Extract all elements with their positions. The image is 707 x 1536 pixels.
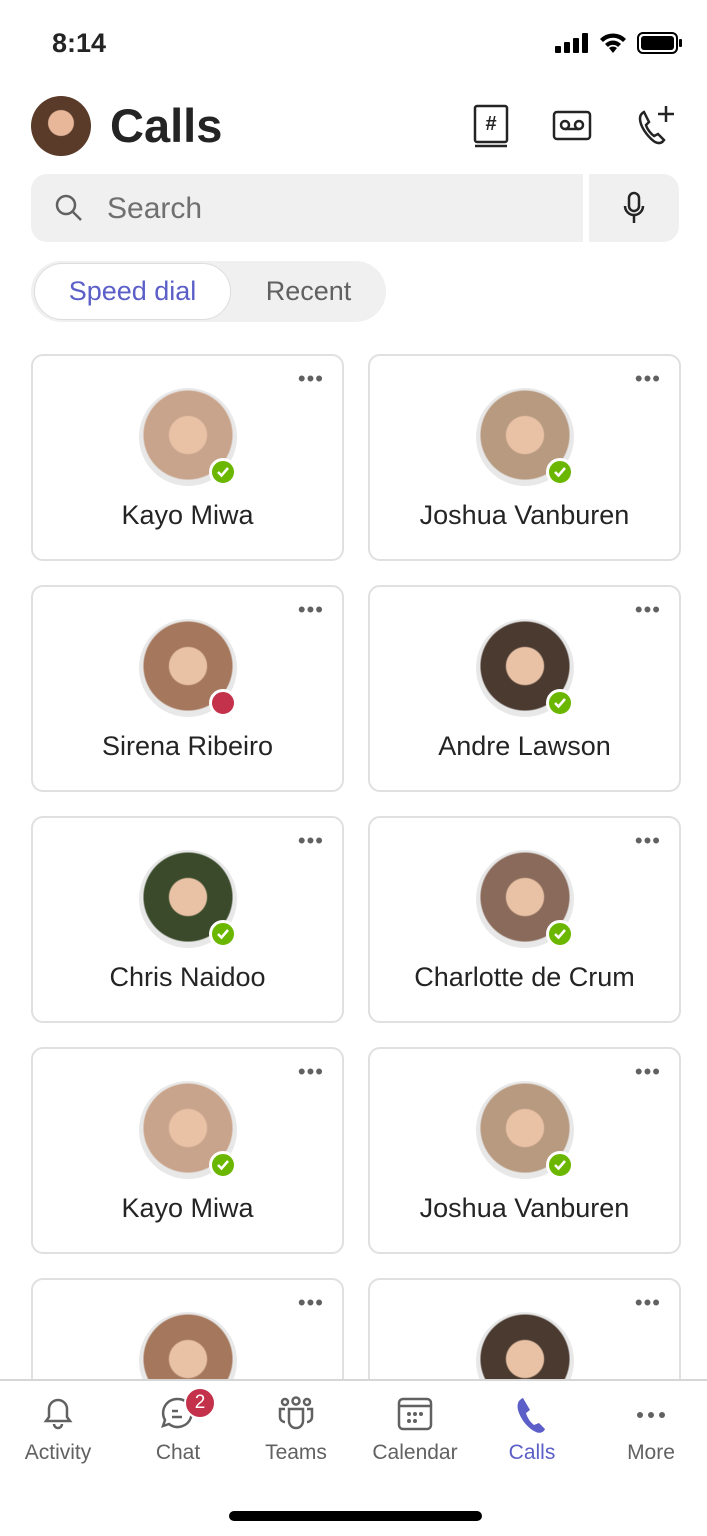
- speed-dial-card[interactable]: ••• Joshua Vanburen: [368, 1047, 681, 1254]
- speed-dial-card[interactable]: ••• Chris Naidoo: [31, 816, 344, 1023]
- search-icon: [55, 194, 82, 221]
- speed-dial-card[interactable]: ••• Charlotte de Crum: [368, 816, 681, 1023]
- speed-dial-card[interactable]: ••• Sirena Ribeiro: [31, 585, 344, 792]
- tab-recent[interactable]: Recent: [231, 263, 386, 320]
- speed-dial-card[interactable]: ••• Kayo Miwa: [31, 354, 344, 561]
- tab-label: Chat: [155, 1441, 201, 1464]
- contact-name: Kayo Miwa: [121, 500, 254, 530]
- speed-dial-card[interactable]: ••• Kayo Miwa: [31, 1047, 344, 1254]
- available-status-icon: [546, 689, 574, 717]
- dialpad-book-icon[interactable]: #: [472, 104, 512, 148]
- unread-badge: 2: [184, 1387, 216, 1419]
- contact-name: Joshua Vanburen: [419, 1193, 630, 1223]
- profile-avatar[interactable]: [31, 96, 91, 156]
- available-status-icon: [209, 920, 237, 948]
- battery-icon: [637, 32, 682, 54]
- tab-label: Calls: [508, 1441, 556, 1464]
- teams-icon: [278, 1396, 314, 1430]
- more-options-icon[interactable]: •••: [635, 368, 661, 390]
- busy-status-icon: [209, 689, 237, 717]
- calendar-icon: [397, 1397, 433, 1431]
- tab-teams[interactable]: Teams: [236, 1395, 356, 1465]
- more-icon: [637, 1412, 665, 1418]
- tab-label: Teams: [265, 1441, 327, 1464]
- more-options-icon[interactable]: •••: [298, 1292, 324, 1314]
- more-options-icon[interactable]: •••: [298, 599, 324, 621]
- search-input[interactable]: Search: [31, 174, 583, 242]
- tab-label: More: [627, 1441, 675, 1464]
- contact-name: Sirena Ribeiro: [101, 731, 274, 761]
- phone-icon: [517, 1398, 545, 1433]
- status-icons: [555, 32, 683, 54]
- contact-name: Andre Lawson: [438, 731, 611, 761]
- svg-text:#: #: [485, 113, 496, 135]
- page-title: Calls: [110, 99, 223, 152]
- speed-dial-card[interactable]: ••• Joshua Vanburen: [368, 354, 681, 561]
- tab-chat[interactable]: 2 Chat: [118, 1387, 238, 1465]
- more-options-icon[interactable]: •••: [635, 1061, 661, 1083]
- tab-calls[interactable]: Calls: [472, 1395, 592, 1465]
- tab-label: Calendar: [372, 1441, 458, 1464]
- signal-icon: [555, 33, 588, 53]
- more-options-icon[interactable]: •••: [298, 830, 324, 852]
- available-status-icon: [209, 1151, 237, 1179]
- tab-label: Activity: [24, 1441, 92, 1464]
- more-options-icon[interactable]: •••: [298, 1061, 324, 1083]
- more-options-icon[interactable]: •••: [635, 830, 661, 852]
- contact-name: Charlotte de Crum: [414, 962, 635, 992]
- search-placeholder: Search: [107, 192, 203, 225]
- wifi-icon: [600, 33, 626, 53]
- add-call-icon[interactable]: [636, 104, 676, 148]
- status-time: 8:14: [52, 28, 107, 58]
- tab-more[interactable]: More: [591, 1395, 707, 1465]
- available-status-icon: [546, 920, 574, 948]
- microphone-icon: [623, 191, 645, 223]
- voicemail-icon[interactable]: [552, 104, 592, 148]
- voice-search-button[interactable]: [589, 174, 679, 242]
- more-options-icon[interactable]: •••: [298, 368, 324, 390]
- contact-name: Chris Naidoo: [109, 962, 266, 992]
- bell-icon: [43, 1398, 73, 1430]
- available-status-icon: [209, 458, 237, 486]
- available-status-icon: [546, 1151, 574, 1179]
- available-status-icon: [546, 458, 574, 486]
- tab-calendar[interactable]: Calendar: [355, 1395, 475, 1465]
- segmented-control: Speed dial Recent: [31, 261, 386, 322]
- speed-dial-card[interactable]: ••• Andre Lawson: [368, 585, 681, 792]
- contact-name: Joshua Vanburen: [419, 500, 630, 530]
- contact-name: Kayo Miwa: [121, 1193, 254, 1223]
- tab-activity[interactable]: Activity: [0, 1395, 118, 1465]
- home-indicator: [229, 1511, 482, 1521]
- more-options-icon[interactable]: •••: [635, 599, 661, 621]
- more-options-icon[interactable]: •••: [635, 1292, 661, 1314]
- tab-speed-dial[interactable]: Speed dial: [34, 263, 231, 320]
